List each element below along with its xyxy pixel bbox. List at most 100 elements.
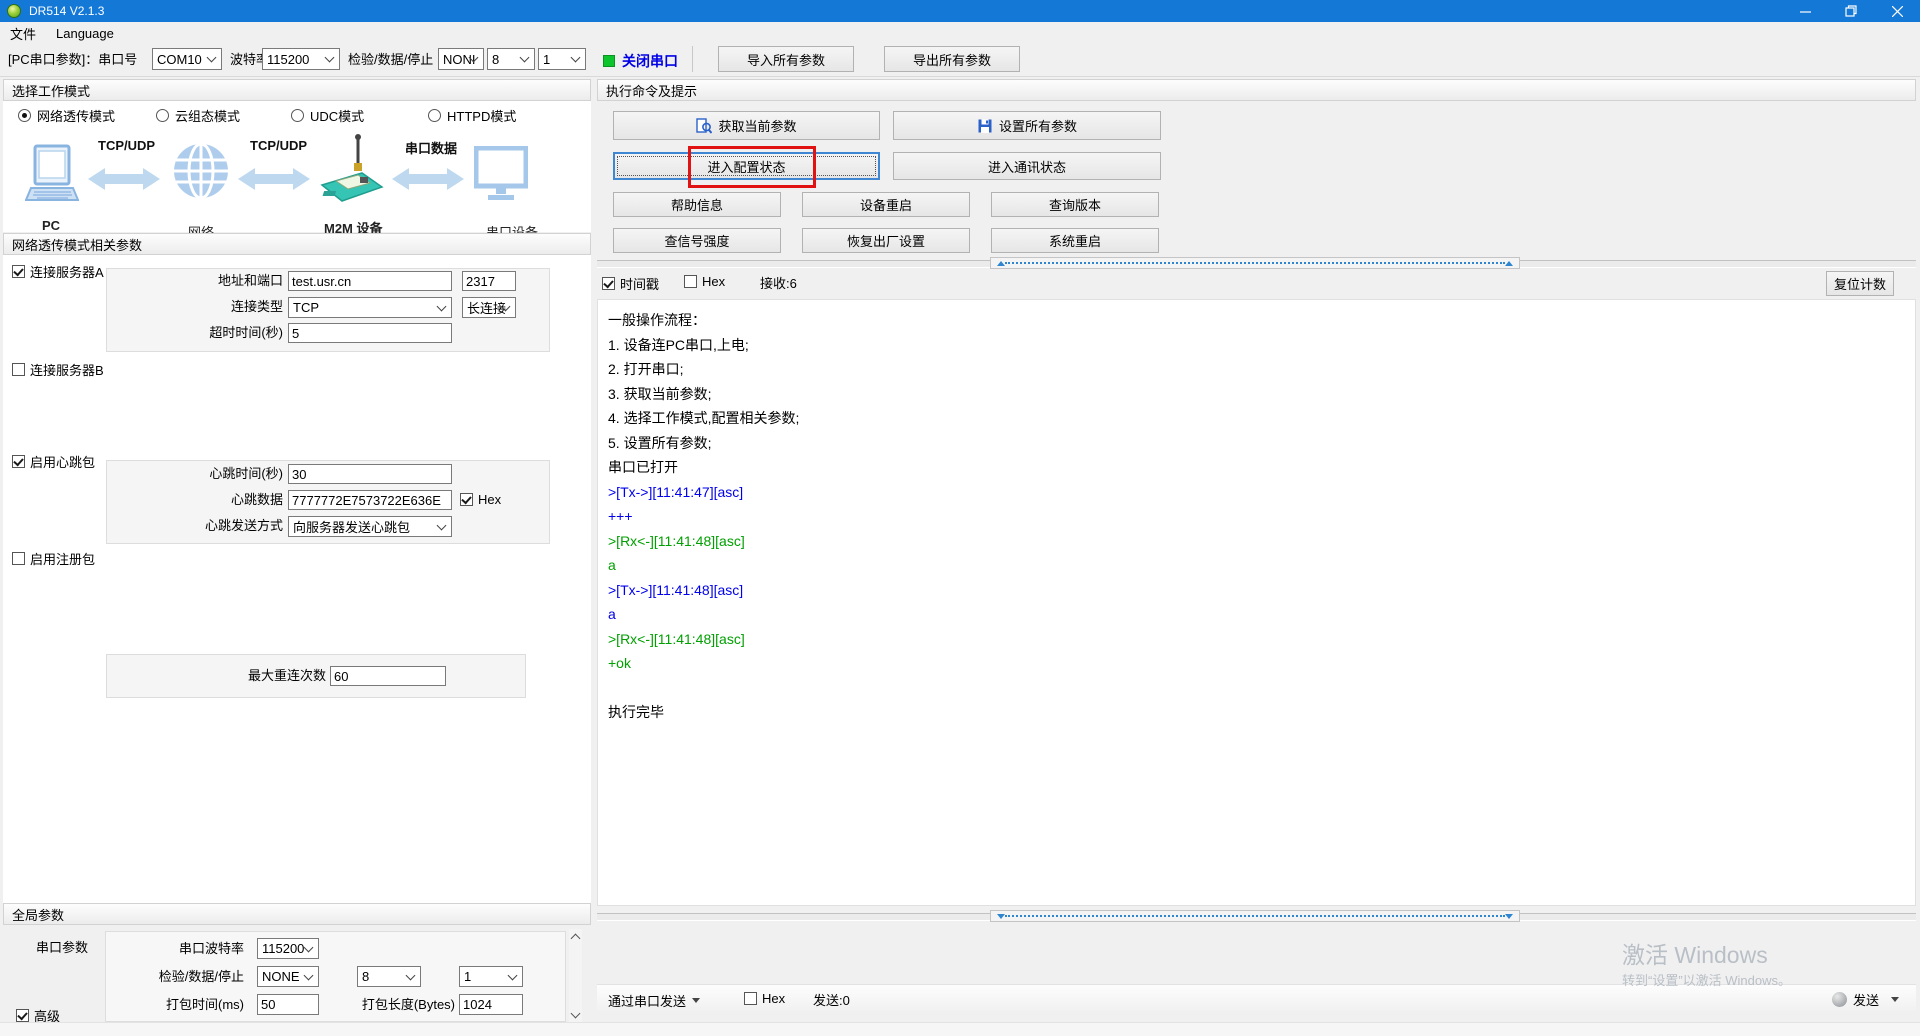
hb-hex-checkbox[interactable]: Hex xyxy=(460,492,501,507)
g-baud-select[interactable]: 115200 xyxy=(257,938,319,959)
hb-mode-select[interactable]: 向服务器发送心跳包 xyxy=(288,516,452,537)
log-output[interactable]: 一般操作流程：1. 设备连PC串口,上电;2. 打开串口;3. 获取当前参数;4… xyxy=(597,299,1916,906)
enter-comm-button[interactable]: 进入通讯状态 xyxy=(893,152,1161,180)
g-databits-select[interactable]: 8 xyxy=(357,966,421,987)
system-reboot-button[interactable]: 系统重启 xyxy=(991,228,1159,253)
parity-data-stop-label: 检验/数据/停止 xyxy=(348,50,433,70)
menu-file[interactable]: 文件 xyxy=(0,22,46,44)
send-via-serial-label: 通过串口发送 xyxy=(608,991,686,1010)
radio-label: 云组态模式 xyxy=(175,106,240,125)
g-parity-select[interactable]: NONE xyxy=(257,966,319,987)
maximize-button[interactable] xyxy=(1828,0,1874,22)
conn-mode-value: 长连接 xyxy=(467,298,506,317)
query-signal-button[interactable]: 查信号强度 xyxy=(613,228,781,253)
get-params-button[interactable]: 获取当前参数 xyxy=(613,111,880,140)
pack-len-input[interactable] xyxy=(459,994,523,1015)
databits-select[interactable]: 8 xyxy=(487,48,535,70)
send-hex-checkbox[interactable]: Hex xyxy=(744,991,785,1006)
send-button[interactable]: 发送 xyxy=(1832,990,1899,1009)
chevron-down-icon xyxy=(207,53,217,63)
hb-time-label: 心跳时间(秒) xyxy=(120,464,283,484)
radio-icon xyxy=(156,109,169,122)
radio-udc-mode[interactable]: UDC模式 xyxy=(291,106,364,125)
server-a-address-input[interactable] xyxy=(288,271,452,291)
radio-label: UDC模式 xyxy=(310,106,364,125)
log-line: a xyxy=(608,602,1905,627)
checkbox-icon xyxy=(684,275,697,288)
radio-net-transparent-mode[interactable]: 网络透传模式 xyxy=(18,106,115,125)
chevron-down-icon xyxy=(325,53,335,63)
bottom-strip xyxy=(0,1022,1920,1036)
global-params-group-header: 全局参数 xyxy=(3,903,591,925)
scroll-down-icon[interactable] xyxy=(571,1009,581,1019)
set-params-button[interactable]: 设置所有参数 xyxy=(893,111,1161,140)
log-line: +++ xyxy=(608,504,1905,529)
stopbits-select[interactable]: 1 xyxy=(538,48,586,70)
conn-mode-select[interactable]: 长连接 xyxy=(462,297,516,318)
hb-data-input[interactable] xyxy=(288,490,452,510)
log-line: >[Tx->][11:41:47][asc] xyxy=(608,480,1905,505)
log-line: a xyxy=(608,553,1905,578)
device-reboot-button[interactable]: 设备重启 xyxy=(802,192,970,217)
splitter-handle-bottom[interactable] xyxy=(990,910,1520,922)
send-options-icon xyxy=(1832,992,1847,1007)
baud-select[interactable]: 115200 xyxy=(262,48,340,70)
send-via-serial-dropdown[interactable]: 通过串口发送 xyxy=(608,991,700,1010)
splitter-arrow-icon xyxy=(997,261,1005,266)
arrow-net-m2m-icon xyxy=(238,166,310,195)
com-port-select[interactable]: COM10 xyxy=(152,48,222,70)
recv-count: 接收:6 xyxy=(760,274,797,294)
timestamp-label: 时间戳 xyxy=(620,274,659,293)
log-hex-checkbox[interactable]: Hex xyxy=(684,274,725,289)
left-panel-scrollbar[interactable] xyxy=(569,929,582,1023)
menu-language[interactable]: Language xyxy=(46,22,124,44)
import-params-button[interactable]: 导入所有参数 xyxy=(718,46,854,72)
link-label-net-m2m: TCP/UDP xyxy=(250,138,307,153)
close-port-button[interactable]: 关闭串口 xyxy=(603,51,678,71)
timeout-input[interactable] xyxy=(288,323,452,343)
log-line: 1. 设备连PC串口,上电; xyxy=(608,333,1905,358)
title-bar: DR514 V2.1.3 xyxy=(0,0,1920,22)
factory-reset-button[interactable]: 恢复出厂设置 xyxy=(802,228,970,253)
help-button[interactable]: 帮助信息 xyxy=(613,192,781,217)
log-line: 执行完毕 xyxy=(608,700,1905,725)
net-params-group-header: 网络透传模式相关参数 xyxy=(3,233,591,255)
pack-time-input[interactable] xyxy=(257,994,319,1015)
chevron-down-icon xyxy=(304,942,314,952)
log-line: 4. 选择工作模式,配置相关参数; xyxy=(608,406,1905,431)
window-title: DR514 V2.1.3 xyxy=(29,4,104,18)
conn-type-select[interactable]: TCP xyxy=(288,297,452,318)
export-params-button[interactable]: 导出所有参数 xyxy=(884,46,1020,72)
minimize-button[interactable] xyxy=(1782,0,1828,22)
splitter-dots xyxy=(1005,262,1505,264)
radio-httpd-mode[interactable]: HTTPD模式 xyxy=(428,106,516,125)
arrow-pc-net-icon xyxy=(88,166,160,195)
windows-activation-watermark-line2: 转到“设置”以激活 Windows。 xyxy=(1622,970,1791,989)
scroll-up-icon[interactable] xyxy=(571,934,581,944)
hb-hex-label: Hex xyxy=(478,492,501,507)
splitter-handle-top[interactable] xyxy=(990,257,1520,269)
serial-params-label: 串口参数 xyxy=(36,938,88,958)
heartbeat-label: 启用心跳包 xyxy=(30,452,95,471)
close-button[interactable] xyxy=(1874,0,1920,22)
query-version-button[interactable]: 查询版本 xyxy=(991,192,1159,217)
register-checkbox[interactable]: 启用注册包 xyxy=(12,549,95,568)
timestamp-checkbox[interactable]: 时间戳 xyxy=(602,274,659,293)
com-port-value: COM10 xyxy=(157,52,202,67)
hb-time-input[interactable] xyxy=(288,464,452,484)
parity-select[interactable]: NONI xyxy=(438,48,484,70)
server-a-checkbox[interactable]: 连接服务器A xyxy=(12,262,104,281)
restore-icon xyxy=(1845,5,1857,17)
floppy-save-icon xyxy=(977,118,993,134)
minimize-icon xyxy=(1800,6,1811,17)
reconnect-input[interactable] xyxy=(330,666,446,686)
heartbeat-checkbox[interactable]: 启用心跳包 xyxy=(12,452,95,471)
radio-cloud-mode[interactable]: 云组态模式 xyxy=(156,106,240,125)
port-open-status-icon xyxy=(603,55,615,67)
reset-count-button[interactable]: 复位计数 xyxy=(1826,271,1894,296)
log-line: 串口已打开 xyxy=(608,455,1905,480)
server-a-port-input[interactable] xyxy=(462,271,516,291)
g-stopbits-select[interactable]: 1 xyxy=(459,966,523,987)
pc-laptop-icon xyxy=(25,144,79,209)
server-b-checkbox[interactable]: 连接服务器B xyxy=(12,360,104,379)
